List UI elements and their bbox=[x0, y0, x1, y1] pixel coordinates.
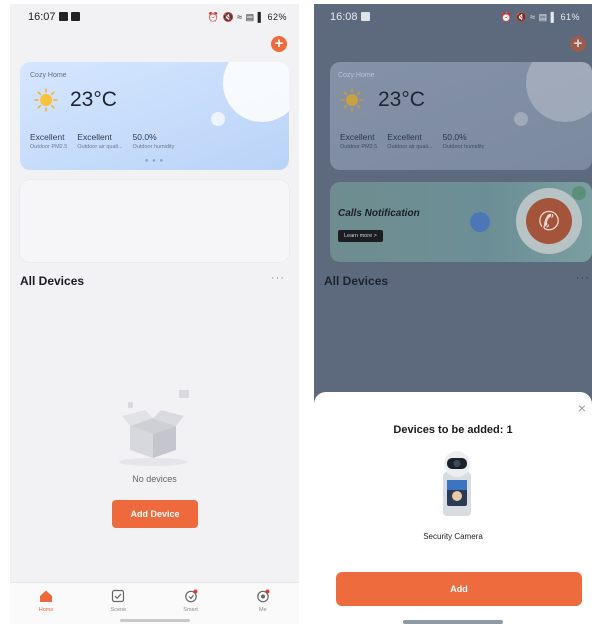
stat-label: Outdoor PM2.5 bbox=[30, 144, 68, 150]
stat-value: Excellent bbox=[387, 132, 422, 142]
banner-placeholder bbox=[20, 180, 289, 262]
add-device-button[interactable]: Add Device bbox=[112, 500, 198, 528]
me-icon bbox=[257, 589, 270, 603]
bottom-tab-bar: Home Scene Smart Me bbox=[10, 582, 299, 624]
stat-label: Outdoor air quali... bbox=[387, 144, 433, 150]
device-name: Security Camera bbox=[423, 532, 483, 541]
stat-air-quality: Excellent Outdoor air quali... bbox=[387, 132, 432, 150]
gesture-bar bbox=[119, 619, 190, 622]
temperature: 23°C bbox=[378, 88, 425, 111]
sun-icon bbox=[34, 88, 58, 112]
tab-label: Me bbox=[259, 607, 267, 613]
security-camera-icon bbox=[443, 451, 471, 516]
smart-icon bbox=[184, 589, 198, 603]
stat-value: 50.0% bbox=[132, 132, 157, 142]
stat-value: 50.0% bbox=[442, 132, 467, 142]
stat-value: Excellent bbox=[77, 132, 112, 142]
more-icon[interactable]: ··· bbox=[576, 272, 590, 284]
app-icon bbox=[70, 12, 80, 21]
add-devices-sheet: × Devices to be added: 1 Security Camera… bbox=[314, 392, 592, 624]
status-icons: ⏰ 🔇 ≈ ▤ ▌ 62% bbox=[207, 11, 287, 22]
calls-notification-banner[interactable]: Calls Notification Learn more > ✆ bbox=[330, 182, 592, 262]
learn-more-button[interactable]: Learn more > bbox=[338, 230, 383, 242]
moon-decoration bbox=[526, 62, 592, 122]
status-time: 16:08 bbox=[330, 11, 358, 23]
stat-value: Excellent bbox=[340, 132, 375, 142]
add-button[interactable]: Add bbox=[336, 572, 582, 606]
stat-label: Outdoor air quali... bbox=[77, 144, 123, 150]
home-icon bbox=[40, 590, 53, 602]
empty-box-icon bbox=[119, 390, 189, 466]
badge-decoration bbox=[572, 186, 586, 200]
temperature: 23°C bbox=[70, 88, 117, 111]
home-name[interactable]: Cozy Home bbox=[30, 72, 67, 79]
stat-label: Outdoor humidity bbox=[442, 144, 485, 150]
carousel-indicator: ● ● ● bbox=[144, 158, 165, 164]
stat-air-quality: Excellent Outdoor air quali... bbox=[77, 132, 122, 150]
status-bar: 16:08 ⏰ 🔇 ≈ ▤ ▌ 61% bbox=[314, 4, 592, 30]
gallery-icon bbox=[58, 12, 68, 21]
tab-home[interactable]: Home bbox=[21, 589, 71, 613]
gesture-bar bbox=[403, 620, 503, 624]
stat-label: Outdoor PM2.5 bbox=[340, 144, 378, 150]
stat-label: Outdoor humidity bbox=[132, 144, 175, 150]
status-bar: 16:07 ⏰ 🔇 ≈ ▤ ▌ 62% bbox=[10, 4, 299, 30]
moon-decoration bbox=[223, 62, 289, 122]
tab-scene[interactable]: Scene bbox=[93, 589, 143, 613]
dot-decoration bbox=[514, 112, 528, 126]
add-plus-button[interactable]: + bbox=[570, 36, 586, 52]
sun-icon bbox=[340, 88, 364, 112]
phone-icon: ✆ bbox=[526, 198, 572, 244]
more-icon[interactable]: ··· bbox=[271, 272, 285, 284]
stat-pm25: Excellent Outdoor PM2.5 bbox=[30, 132, 67, 150]
tab-label: Scene bbox=[110, 607, 127, 613]
weather-card[interactable]: Cozy Home 23°C Excellent Outdoor PM2.5 Ex… bbox=[20, 62, 289, 170]
tab-smart[interactable]: Smart bbox=[166, 589, 216, 613]
section-title: All Devices bbox=[324, 274, 389, 288]
close-icon[interactable]: × bbox=[578, 400, 586, 416]
stat-value: Excellent bbox=[30, 132, 65, 142]
add-plus-button[interactable]: + bbox=[271, 36, 287, 52]
add-device-screen: 16:08 ⏰ 🔇 ≈ ▤ ▌ 61% + Cozy Home 23°C Exc… bbox=[314, 4, 592, 624]
status-time: 16:07 bbox=[28, 11, 56, 23]
status-icons: ⏰ 🔇 ≈ ▤ ▌ 61% bbox=[500, 11, 580, 22]
checkbox-icon bbox=[112, 589, 125, 603]
empty-state-text: No devices bbox=[132, 474, 177, 484]
stat-humidity: 50.0% Outdoor humidity bbox=[133, 132, 175, 150]
stat-pm25: Excellent Outdoor PM2.5 bbox=[340, 132, 377, 150]
tab-label: Home bbox=[38, 607, 54, 613]
home-screen: 16:07 ⏰ 🔇 ≈ ▤ ▌ 62% + Cozy Home 23°C Exc… bbox=[10, 4, 299, 624]
gallery-icon bbox=[360, 12, 370, 21]
section-title: All Devices bbox=[20, 274, 85, 288]
tab-label: Smart bbox=[183, 607, 198, 613]
stat-humidity: 50.0% Outdoor humidity bbox=[443, 132, 485, 150]
weather-card[interactable]: Cozy Home 23°C Excellent Outdoor PM2.5 Ex… bbox=[330, 62, 592, 170]
sheet-title: Devices to be added: 1 bbox=[393, 424, 513, 436]
home-name[interactable]: Cozy Home bbox=[338, 72, 375, 79]
banner-title: Calls Notification bbox=[338, 208, 420, 219]
tab-me[interactable]: Me bbox=[238, 589, 288, 613]
dot-decoration bbox=[211, 112, 225, 126]
bell-icon bbox=[470, 212, 490, 232]
